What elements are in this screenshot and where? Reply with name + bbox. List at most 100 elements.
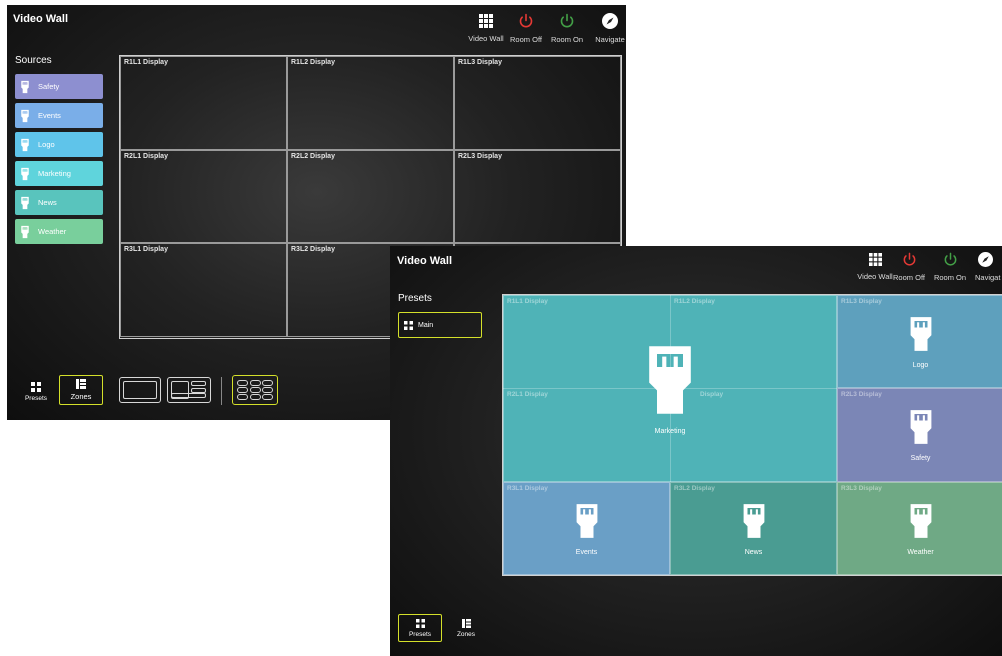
presets-label: Presets xyxy=(408,630,432,638)
room-off-label: Room Off xyxy=(893,273,925,282)
display-name: R3L1 Display xyxy=(124,246,168,253)
display-name: R1L3 Display xyxy=(458,59,502,66)
plug-icon xyxy=(908,407,934,452)
display-cell[interactable]: R2L2 Display xyxy=(287,149,454,243)
display-name: R3L1 Display xyxy=(507,484,548,492)
source-label: Marketing xyxy=(38,169,71,178)
plug-icon xyxy=(908,501,934,546)
grid-icon xyxy=(868,253,882,266)
grid-layout-cell xyxy=(262,380,273,386)
navigate-button[interactable]: Navigate xyxy=(582,13,626,44)
presets-title: Presets xyxy=(398,293,432,304)
display-cell[interactable]: R2L3 Display xyxy=(454,149,621,243)
display-name: R1L2 Display xyxy=(674,298,715,305)
presets-icon xyxy=(415,618,425,628)
zone-events[interactable]: Events xyxy=(503,481,670,575)
zone-label: Events xyxy=(575,548,598,556)
source-safety[interactable]: Safety xyxy=(15,74,103,99)
zones-label: Zones xyxy=(70,392,92,401)
display-cell[interactable]: R1L2 Display xyxy=(287,56,454,150)
zone-weather[interactable]: Weather xyxy=(837,481,1002,575)
source-label: Weather xyxy=(38,227,67,236)
presets-icon xyxy=(404,320,413,330)
plug-icon xyxy=(19,225,30,239)
navigate-label: Navigate xyxy=(595,35,625,44)
zones-button[interactable]: Zones xyxy=(450,614,482,642)
display-name: R1L2 Display xyxy=(291,59,335,66)
plug-icon xyxy=(574,501,600,546)
layout-divider xyxy=(221,377,222,405)
plug-icon xyxy=(19,109,30,123)
presets-icon xyxy=(31,382,41,392)
display-name: R3L2 Display xyxy=(674,484,715,492)
display-name: R2L3 Display xyxy=(458,152,502,160)
sources-title: Sources xyxy=(15,55,52,66)
navigate-label: Navigat xyxy=(975,273,1001,282)
grid-icon xyxy=(479,14,493,28)
display-cell[interactable]: R1L3 Display xyxy=(454,56,621,150)
video-wall-zone-grid: Marketing Logo Safety Events News Weather R1L1… xyxy=(502,294,1002,576)
display-name: R2L1 Display xyxy=(507,391,548,399)
room-off-label: Room Off xyxy=(510,35,542,44)
grid-layout-cell xyxy=(237,387,248,393)
presets-button[interactable]: Presets xyxy=(398,614,442,642)
presets-label: Presets xyxy=(24,395,48,402)
display-cell[interactable]: R1L1 Display xyxy=(120,56,287,150)
grid-layout-cell xyxy=(237,394,248,400)
layout-split-button[interactable] xyxy=(167,377,211,403)
display-name: R3L3 Display xyxy=(841,484,882,492)
presets-button[interactable]: Presets xyxy=(21,377,51,407)
source-label: Safety xyxy=(38,82,60,91)
room-on-label: Room On xyxy=(550,35,584,44)
compass-icon xyxy=(602,13,618,29)
power-icon xyxy=(560,13,574,28)
zone-label: Weather xyxy=(907,548,934,556)
zone-divider xyxy=(503,388,837,390)
plug-icon xyxy=(19,138,30,152)
display-name: Display xyxy=(700,391,724,399)
display-name: R1L1 Display xyxy=(507,298,548,305)
video-wall-zones-screen: Video Wall Video Wall Room Off Room On N… xyxy=(390,246,1002,656)
grid-layout-cell xyxy=(249,387,261,393)
grid-layout-cell xyxy=(249,394,261,400)
zones-button[interactable]: Zones xyxy=(59,375,103,405)
display-name: R2L3 Display xyxy=(841,391,882,399)
grid-layout-cell xyxy=(249,380,261,386)
layout-single-button[interactable] xyxy=(119,377,161,403)
plug-icon xyxy=(19,196,30,210)
source-events[interactable]: Events xyxy=(15,103,103,128)
preset-main-button[interactable]: Main xyxy=(398,312,482,338)
source-label: Events xyxy=(38,111,61,120)
display-name: R1L1 Display xyxy=(124,59,168,66)
grid-layout-cell xyxy=(237,380,248,386)
preset-main-label: Main xyxy=(418,321,434,329)
display-cell[interactable]: R3L1 Display xyxy=(120,243,287,337)
compass-icon xyxy=(978,252,993,267)
source-news[interactable]: News xyxy=(15,190,103,215)
zone-logo[interactable]: Logo xyxy=(837,295,1002,389)
plug-icon xyxy=(19,80,30,94)
source-logo[interactable]: Logo xyxy=(15,132,103,157)
source-label: News xyxy=(38,198,57,207)
zone-news[interactable]: News xyxy=(670,481,837,575)
zone-label: Logo xyxy=(912,362,929,370)
source-label: Logo xyxy=(38,140,55,149)
power-icon xyxy=(519,13,533,28)
source-weather[interactable]: Weather xyxy=(15,219,103,244)
app-title: Video Wall xyxy=(397,255,453,267)
grid-layout-cell xyxy=(262,387,273,393)
plug-icon xyxy=(19,167,30,181)
display-name: R3L2 Display xyxy=(291,246,335,253)
zone-label: Safety xyxy=(910,455,931,463)
display-name: R2L2 Display xyxy=(291,152,335,160)
zones-icon xyxy=(76,379,86,389)
source-marketing[interactable]: Marketing xyxy=(15,161,103,186)
power-icon xyxy=(903,252,915,266)
layout-grid-button[interactable] xyxy=(232,375,278,405)
zone-safety[interactable]: Safety xyxy=(837,388,1002,482)
display-cell[interactable]: R2L1 Display xyxy=(120,149,287,243)
room-on-label: Room On xyxy=(933,273,967,282)
navigate-button[interactable]: Navigat xyxy=(966,252,1002,282)
plug-icon xyxy=(741,501,767,546)
display-name: R1L3 Display xyxy=(841,298,882,305)
